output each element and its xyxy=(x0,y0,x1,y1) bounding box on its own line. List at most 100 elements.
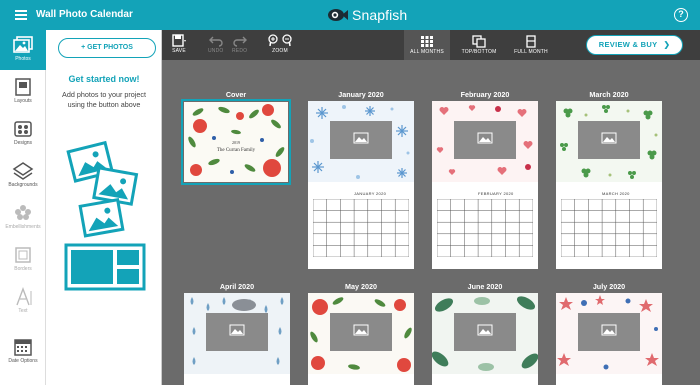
panel-heading: Get started now! xyxy=(68,74,140,84)
page-title: July 2020 xyxy=(592,282,626,291)
rail-item-designs[interactable]: Designs xyxy=(0,114,46,154)
menu-icon[interactable] xyxy=(15,10,27,20)
tab-full-month-label: FULL MONTH xyxy=(514,49,548,55)
rail-item-layouts[interactable]: Layouts xyxy=(0,72,46,112)
rail-label-photos: Photos xyxy=(15,56,31,62)
calendar-page-february[interactable]: February 2020 FEBRUARY 2020 xyxy=(432,90,538,275)
page-title: May 2020 xyxy=(345,282,377,291)
text-icon xyxy=(16,287,32,306)
calendar-icon xyxy=(14,339,32,356)
page-title: April 2020 xyxy=(219,282,255,291)
save-icon xyxy=(172,34,186,47)
editor-toolbar: SAVE UNDO REDO ZOOM ALL MONTHS TOP/BOTTO… xyxy=(162,30,700,60)
photos-icon xyxy=(13,36,33,53)
rail-item-borders[interactable]: Borders xyxy=(0,240,46,280)
undo-label: UNDO xyxy=(208,48,224,54)
rail-label-backgrounds: Backgrounds xyxy=(8,182,38,188)
layouts-icon xyxy=(15,78,31,96)
top-bar: Wall Photo Calendar Snapfish ? xyxy=(0,0,700,30)
page-card[interactable]: MARCH 2020 xyxy=(556,101,662,269)
rail-label-layouts: Layouts xyxy=(14,98,32,104)
snowflake-art xyxy=(308,101,414,182)
tab-all-months[interactable]: ALL MONTHS xyxy=(404,30,450,60)
add-photos-illustration xyxy=(64,140,146,291)
month-label: JANUARY 2020 xyxy=(354,191,387,196)
zoom-control[interactable]: ZOOM xyxy=(262,34,298,54)
botanical-cover-art: 2019 The Curran Family xyxy=(184,102,288,182)
tab-all-months-label: ALL MONTHS xyxy=(410,49,444,55)
undo-button[interactable]: UNDO xyxy=(208,34,224,54)
fish-logo-icon xyxy=(328,9,348,21)
month-label: FEBRUARY 2020 xyxy=(478,191,514,196)
grid-view-icon xyxy=(421,36,433,47)
rail-item-text[interactable]: Text xyxy=(0,282,46,322)
rail-label-borders: Borders xyxy=(14,266,32,272)
backgrounds-icon xyxy=(12,162,34,180)
tab-top-bottom[interactable]: TOP/BOTTOM xyxy=(456,30,502,60)
page-card[interactable] xyxy=(308,293,414,385)
cover-year: 2019 xyxy=(232,140,240,145)
page-card[interactable]: JANUARY 2020 xyxy=(308,101,414,269)
stars-art xyxy=(556,293,662,374)
calendar-page-may[interactable]: May 2020 xyxy=(308,282,414,385)
review-buy-label: REVIEW & BUY xyxy=(598,40,658,49)
zoom-label: ZOOM xyxy=(272,48,288,54)
panel-description: Add photos to your project using the but… xyxy=(62,90,146,109)
clovers-art xyxy=(556,101,662,182)
rail-item-photos[interactable]: Photos xyxy=(0,30,46,70)
snapfish-logo[interactable]: Snapfish xyxy=(326,6,407,24)
month-grid xyxy=(561,199,657,257)
undo-icon xyxy=(208,36,223,47)
cover-family-name: The Curran Family xyxy=(217,148,256,153)
month-grid xyxy=(313,199,409,257)
page-card[interactable]: 2019 The Curran Family xyxy=(181,99,291,185)
app-title: Wall Photo Calendar xyxy=(36,9,133,20)
calendar-page-january[interactable]: January 2020 JANUARY 2020 xyxy=(308,90,414,275)
rail-label-date-options: Date Options xyxy=(8,358,38,364)
calendar-page-march[interactable]: March 2020 MARCH 2020 xyxy=(556,90,662,275)
rail-label-text: Text xyxy=(18,308,28,314)
tab-top-bottom-label: TOP/BOTTOM xyxy=(461,49,497,55)
page-title: June 2020 xyxy=(467,282,503,291)
save-label: SAVE xyxy=(172,48,186,54)
rail-item-date-options[interactable]: Date Options xyxy=(0,332,46,372)
tab-full-month[interactable]: FULL MONTH xyxy=(508,30,554,60)
page-card[interactable]: FEBRUARY 2020 xyxy=(432,101,538,269)
top-bottom-icon xyxy=(472,35,486,48)
brand-name: Snapfish xyxy=(352,7,408,23)
redo-label: REDO xyxy=(232,48,248,54)
hearts-art xyxy=(432,101,538,182)
rail-item-embellishments[interactable]: Embellishments xyxy=(0,198,46,238)
page-title: Cover xyxy=(225,90,247,99)
rail-label-designs: Designs xyxy=(13,140,33,146)
designs-icon xyxy=(14,121,32,137)
embellishments-icon xyxy=(15,205,31,220)
page-card[interactable] xyxy=(432,293,538,385)
chevron-right-icon: ❯ xyxy=(663,40,671,49)
redo-button[interactable]: REDO xyxy=(232,34,247,54)
calendar-canvas: Cover 2019 The Curran Family January 202… xyxy=(162,60,700,385)
calendar-page-april[interactable]: April 2020 xyxy=(184,282,290,385)
photos-panel: + GET PHOTOS Get started now! Add photos… xyxy=(46,30,162,385)
review-buy-button[interactable]: REVIEW & BUY ❯ xyxy=(586,35,683,55)
rail-item-backgrounds[interactable]: Backgrounds xyxy=(0,156,46,196)
zoom-icon xyxy=(268,34,292,47)
calendar-page-june[interactable]: June 2020 xyxy=(432,282,538,385)
save-button[interactable]: SAVE xyxy=(172,34,186,54)
page-card[interactable] xyxy=(556,293,662,385)
page-card[interactable] xyxy=(184,293,290,385)
calendar-page-cover[interactable]: Cover 2019 The Curran Family xyxy=(181,90,291,270)
tool-rail: Photos Layouts Designs Backgrounds Embel… xyxy=(0,30,46,385)
page-title: February 2020 xyxy=(460,90,510,99)
full-month-icon xyxy=(526,35,536,48)
month-grid xyxy=(437,199,533,257)
get-photos-button[interactable]: + GET PHOTOS xyxy=(58,38,156,58)
page-title: January 2020 xyxy=(338,90,384,99)
rail-label-embellishments: Embellishments xyxy=(5,224,41,230)
redo-icon xyxy=(233,36,247,47)
help-icon[interactable]: ? xyxy=(674,8,688,22)
raindrops-art xyxy=(184,293,290,374)
calendar-page-july[interactable]: July 2020 xyxy=(556,282,662,385)
borders-icon xyxy=(15,247,31,263)
poppies-art xyxy=(308,293,414,374)
